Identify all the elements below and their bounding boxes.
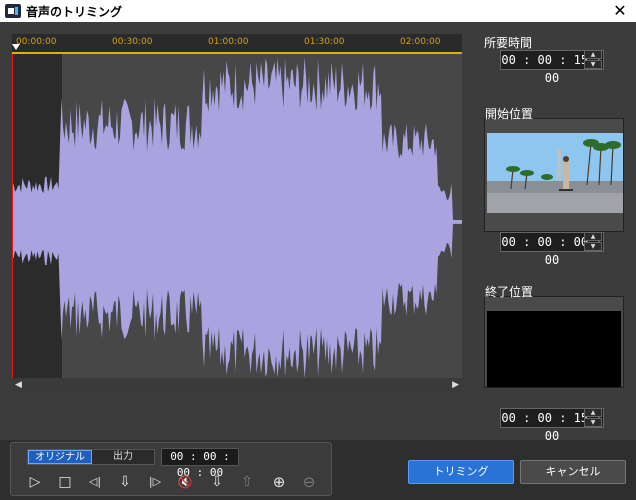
zoom-in-icon[interactable]: ⊕ [269,473,289,491]
tick-label: 02:00:00 [400,37,441,47]
time-settings-panel: 所要時間 00 : 00 : 15 : 00 ▲ ▼ 開始位置 00: 00 … [474,22,636,443]
start-label: 開始位置 [485,107,534,121]
spin-down-icon[interactable]: ▼ [584,242,602,251]
duration-spinner[interactable]: ▲ ▼ [584,50,604,70]
mark-in-icon[interactable]: ⇩ [115,473,135,491]
cancel-button[interactable]: キャンセル [520,460,626,484]
duration-label: 所要時間 [484,36,533,50]
previous-frame-icon[interactable]: ◁| [85,473,105,491]
waveform-panel[interactable]: 00:00:00 00:30:00 01:00:00 01:30:00 02:0… [12,34,462,392]
scroll-left-icon[interactable]: ◀ [15,380,22,390]
tick-label: 00:30:00 [112,37,153,47]
mode-toggle: オリジナル 出力 [27,449,155,465]
scroll-right-icon[interactable]: ▶ [452,380,459,390]
stop-icon[interactable]: □ [55,473,75,491]
current-timecode: 00 : 00 : 00 : 00 [161,448,239,479]
start-spinner[interactable]: ▲ ▼ [584,232,604,252]
audio-waveform[interactable] [12,54,462,378]
close-button[interactable]: ✕ [610,1,630,21]
bottom-toolbar: オリジナル 出力 00 : 00 : 00 : 00 ▷ □ ◁| ⇩ |▷ 🔇… [0,440,636,500]
tick-label: 00:00:00 [16,37,57,47]
mute-icon[interactable]: 🔇 [175,473,195,491]
spin-down-icon[interactable]: ▼ [584,60,602,69]
start-thumbnail [487,133,623,213]
tab-output[interactable]: 出力 [92,450,154,464]
next-frame-icon[interactable]: |▷ [145,473,165,491]
tick-label: 01:00:00 [208,37,249,47]
spin-down-icon[interactable]: ▼ [584,418,602,427]
zoom-out-icon: ⊖ [302,473,316,491]
window-title: 音声のトリミング [26,5,123,19]
playback-controls: オリジナル 出力 00 : 00 : 00 : 00 ▷ □ ◁| ⇩ |▷ 🔇… [10,442,332,496]
waveform-shape [12,57,462,378]
app-icon [5,4,21,18]
end-spinner[interactable]: ▲ ▼ [584,408,604,428]
spin-up-icon[interactable]: ▲ [584,50,602,59]
play-icon[interactable]: ▷ [25,473,45,491]
mark-out-icon[interactable]: ⇩ [207,473,227,491]
end-label: 終了位置 [485,285,534,299]
spin-up-icon[interactable]: ▲ [584,232,602,241]
spin-up-icon[interactable]: ▲ [584,408,602,417]
timeline-ruler[interactable]: 00:00:00 00:30:00 01:00:00 01:30:00 02:0… [12,34,462,54]
tab-original[interactable]: オリジナル [28,450,92,464]
start-preview: 開始位置 [484,107,624,232]
title-bar: 音声のトリミング ✕ [0,0,636,22]
playhead-handle[interactable] [12,44,20,50]
end-thumbnail [487,311,621,387]
end-preview: 終了位置 [484,285,624,388]
playhead-line [12,54,13,378]
clip-icon: ⇧ [241,474,253,490]
trim-button[interactable]: トリミング [408,460,514,484]
tick-label: 01:30:00 [304,37,345,47]
horizontal-scrollbar[interactable]: ◀ ▶ [12,378,462,392]
